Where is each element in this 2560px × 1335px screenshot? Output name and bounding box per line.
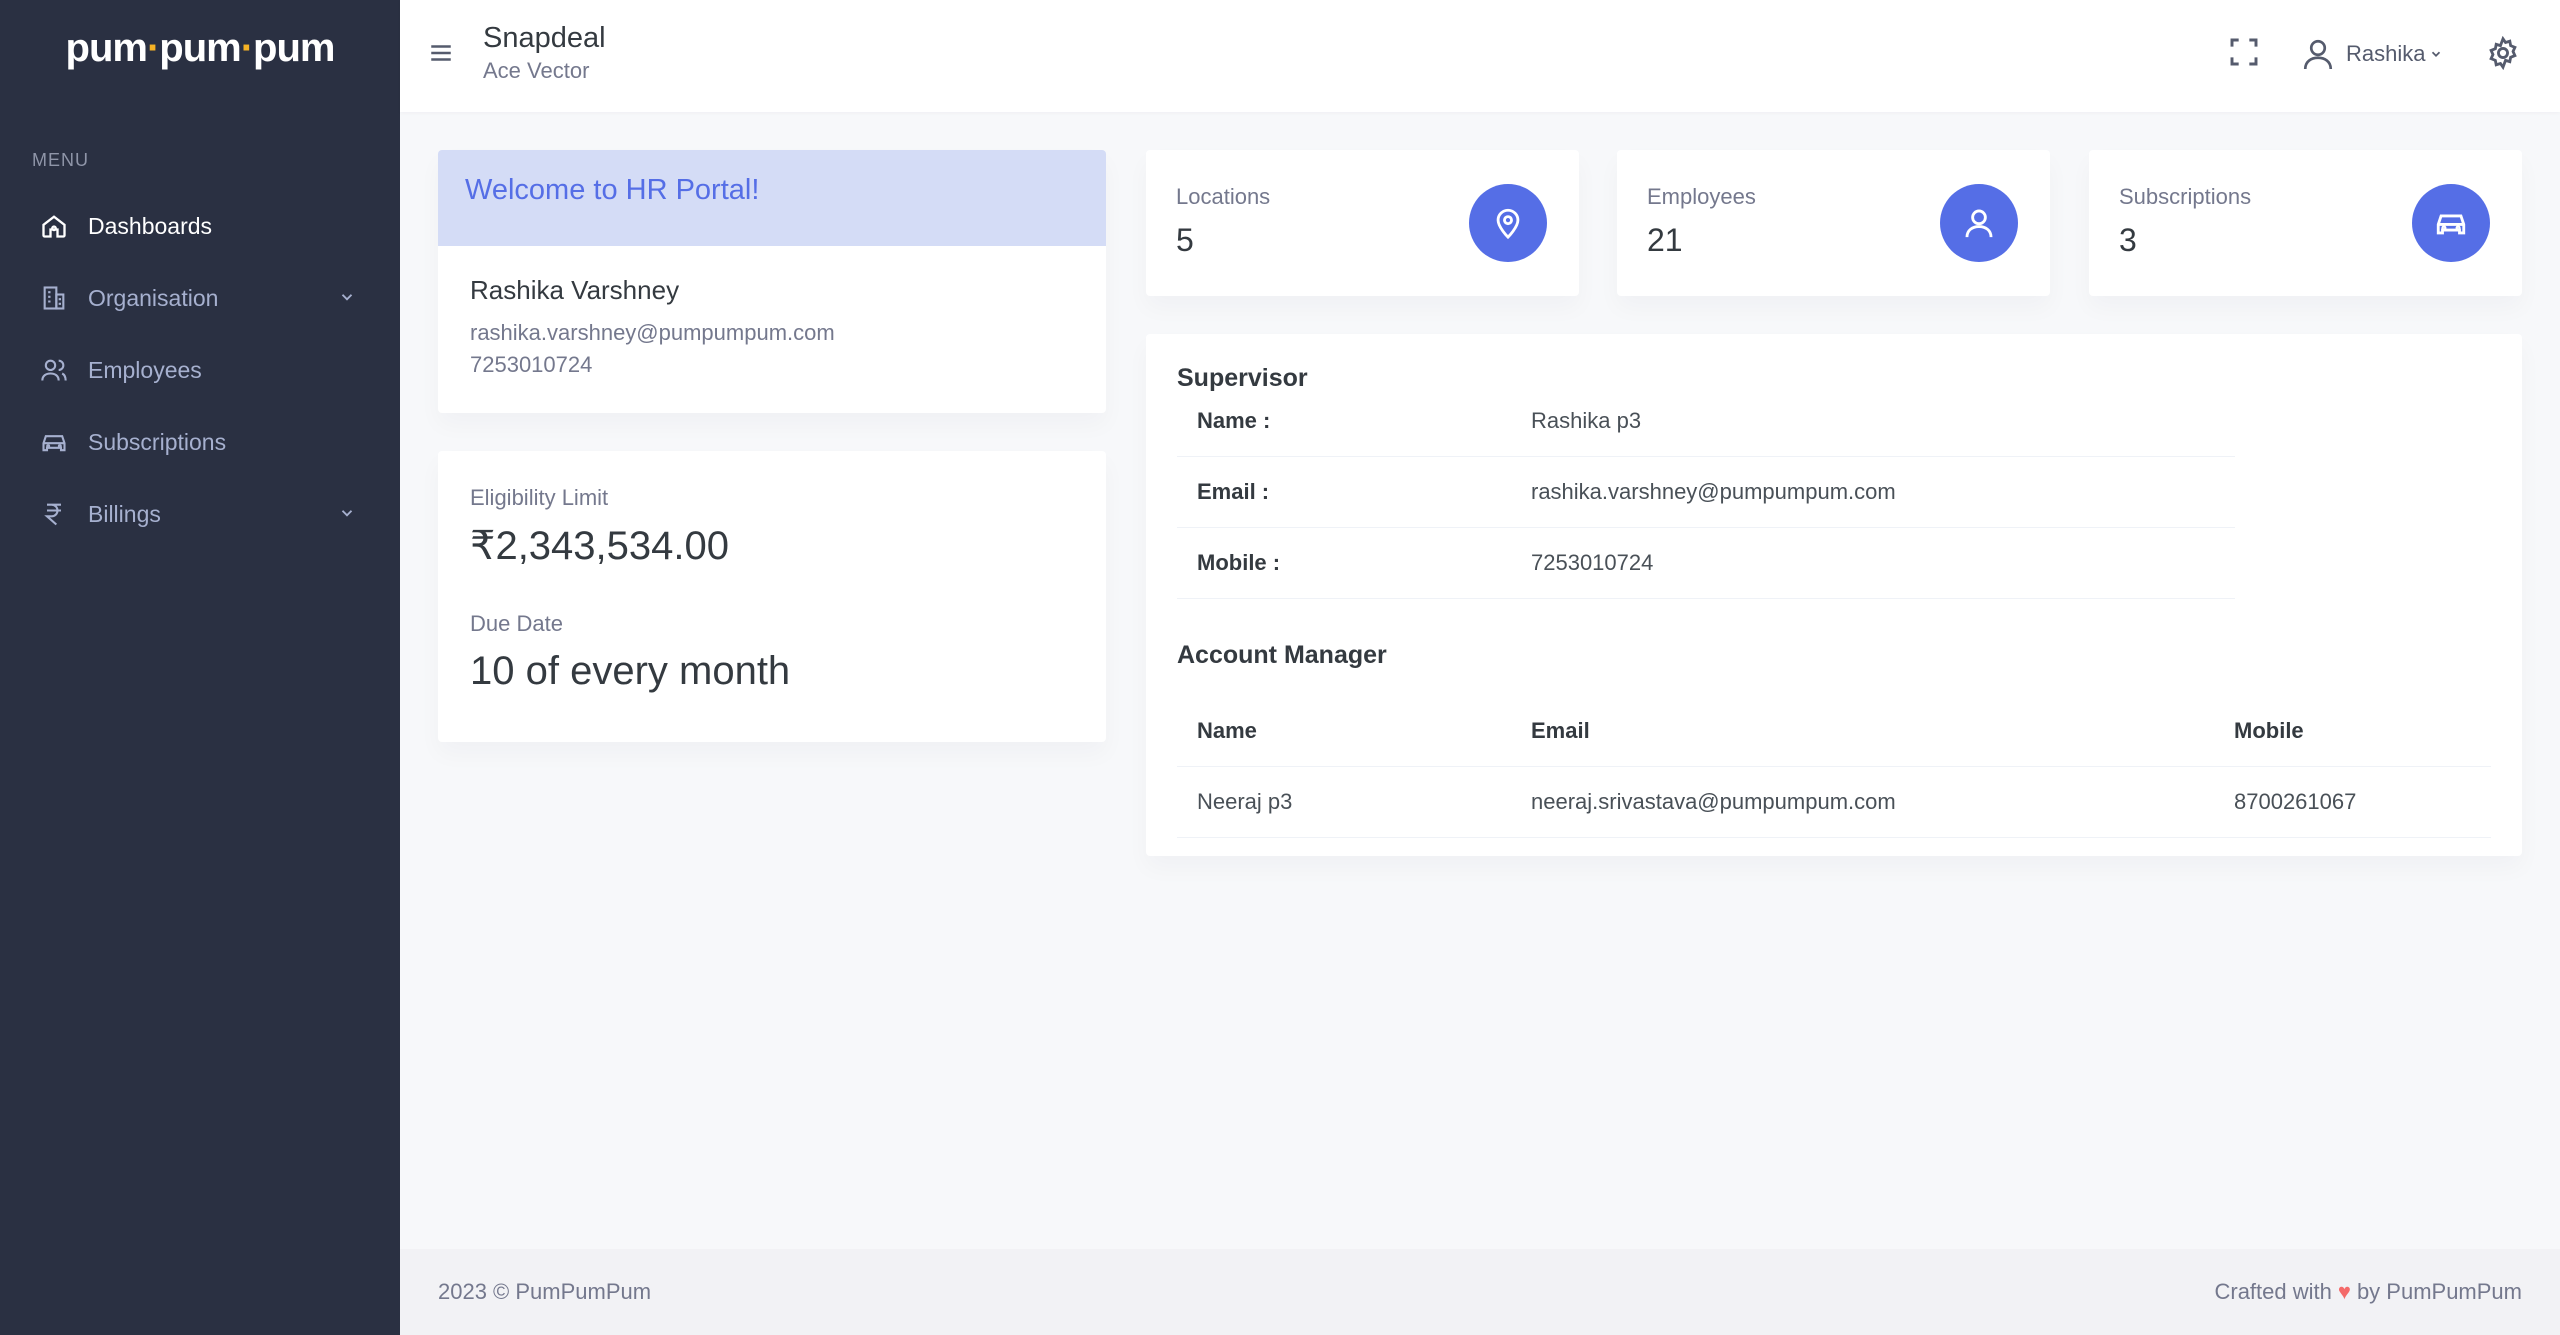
- footer-copyright: 2023 © PumPumPum: [438, 1279, 652, 1304]
- table-cell: 8700261067: [2234, 789, 2357, 814]
- sidebar-item-label: Billings: [88, 500, 161, 527]
- account-manager-table: Name Email Mobile Neeraj p3 neeraj.sriva…: [1177, 696, 2491, 838]
- gear-icon[interactable]: [2486, 36, 2520, 70]
- chevron-down-icon: [341, 510, 353, 517]
- column-header: Email: [1531, 718, 1590, 743]
- building-icon: [40, 284, 68, 312]
- due-date-label: Due Date: [470, 611, 563, 636]
- footer-credit: Crafted with ♥ by PumPumPum: [2214, 1279, 2522, 1305]
- sidebar-item-employees[interactable]: Employees: [0, 334, 400, 406]
- sidebar: pum·pum·pum MENU Dashboards Organisation…: [0, 0, 400, 1335]
- stat-label: Subscriptions: [2119, 184, 2252, 209]
- heart-icon: ♥: [2337, 1279, 2351, 1304]
- stat-label: Employees: [1647, 184, 1756, 209]
- sidebar-item-dashboards[interactable]: Dashboards: [0, 190, 400, 262]
- row-key: Name :: [1197, 408, 1271, 433]
- sidebar-item-label: Dashboards: [88, 212, 213, 239]
- stat-value: 5: [1176, 222, 1194, 258]
- stat-card-locations: Locations 5: [1146, 150, 1579, 296]
- profile-name: Rashika Varshney: [470, 275, 680, 305]
- topbar: Snapdeal Ace Vector Rashika: [400, 0, 2560, 112]
- due-date-value: 10 of every month: [470, 649, 791, 693]
- logo[interactable]: pum·pum·pum: [0, 26, 400, 71]
- user-icon: [2303, 39, 2333, 70]
- stat-label: Locations: [1176, 184, 1271, 209]
- welcome-banner: Welcome to HR Portal!: [438, 150, 1106, 246]
- row-value: Rashika p3: [1531, 408, 1642, 433]
- row-key: Mobile :: [1197, 550, 1281, 575]
- logo-dot-2: ·: [240, 26, 254, 70]
- supervisor-row-name: Name : Rashika p3: [1177, 386, 2235, 457]
- sidebar-item-subscriptions[interactable]: Subscriptions: [0, 406, 400, 478]
- table-row: Neeraj p3 neeraj.srivastava@pumpumpum.co…: [1177, 767, 2491, 838]
- table-cell: Neeraj p3: [1197, 789, 1293, 814]
- sidebar-item-organisation[interactable]: Organisation: [0, 262, 400, 334]
- stat-value: 3: [2119, 222, 2137, 258]
- sidebar-nav: Dashboards Organisation Employees Subscr…: [0, 190, 400, 550]
- sidebar-item-billings[interactable]: Billings: [0, 478, 400, 550]
- car-icon: [40, 428, 68, 456]
- stat-card-employees: Employees 21: [1617, 150, 2050, 296]
- eligibility-value: ₹2,343,534.00: [470, 524, 730, 568]
- table-header-row: Name Email Mobile: [1177, 696, 2491, 767]
- chevron-down-icon: [2432, 51, 2441, 57]
- profile-phone: 7253010724: [470, 352, 593, 377]
- company-title: Snapdeal: [483, 22, 606, 54]
- map-pin-icon: [1469, 184, 1547, 262]
- chevron-down-icon: [341, 294, 353, 301]
- menu-title: MENU: [32, 150, 89, 170]
- logo-dot: ·: [146, 26, 160, 70]
- users-icon: [40, 356, 68, 384]
- sidebar-item-label: Organisation: [88, 284, 219, 311]
- menu-toggle-icon[interactable]: [428, 40, 454, 66]
- profile-email: rashika.varshney@pumpumpum.com: [470, 320, 835, 345]
- logo-part-1: pum: [65, 26, 148, 70]
- home-icon: [40, 212, 68, 240]
- supervisor-row-email: Email : rashika.varshney@pumpumpum.com: [1177, 457, 2235, 528]
- column-header: Name: [1197, 718, 1257, 743]
- fullscreen-icon[interactable]: [2228, 36, 2260, 68]
- rupee-icon: [40, 500, 68, 528]
- contacts-card: Supervisor Name : Rashika p3 Email : ras…: [1146, 334, 2522, 856]
- column-header: Mobile: [2234, 718, 2304, 743]
- stat-value: 21: [1647, 222, 1683, 258]
- eligibility-card: Eligibility Limit ₹2,343,534.00 Due Date…: [438, 451, 1106, 742]
- footer: 2023 © PumPumPum Crafted with ♥ by PumPu…: [400, 1249, 2560, 1335]
- account-manager-title: Account Manager: [1177, 641, 1387, 669]
- welcome-title: Welcome to HR Portal!: [465, 174, 760, 206]
- footer-credit-suffix: by PumPumPum: [2356, 1279, 2522, 1304]
- user-icon: [1940, 184, 2018, 262]
- eligibility-label: Eligibility Limit: [470, 485, 609, 510]
- row-value: 7253010724: [1531, 550, 1654, 575]
- sidebar-item-label: Employees: [88, 356, 202, 383]
- car-icon: [2412, 184, 2490, 262]
- company-subtitle: Ace Vector: [483, 58, 590, 83]
- table-cell: neeraj.srivastava@pumpumpum.com: [1531, 789, 1896, 814]
- row-key: Email :: [1197, 479, 1270, 504]
- user-dropdown[interactable]: Rashika: [2300, 34, 2443, 74]
- user-name: Rashika: [2346, 41, 2426, 66]
- stat-card-subscriptions: Subscriptions 3: [2089, 150, 2522, 296]
- logo-part-3: pum: [253, 26, 335, 70]
- footer-credit-prefix: Crafted with: [2214, 1279, 2332, 1304]
- logo-part-2: pum: [159, 26, 241, 70]
- welcome-card: Welcome to HR Portal! Rashika Varshney r…: [438, 150, 1106, 413]
- sidebar-item-label: Subscriptions: [88, 428, 227, 455]
- supervisor-row-mobile: Mobile : 7253010724: [1177, 528, 2235, 599]
- row-value: rashika.varshney@pumpumpum.com: [1531, 479, 1896, 504]
